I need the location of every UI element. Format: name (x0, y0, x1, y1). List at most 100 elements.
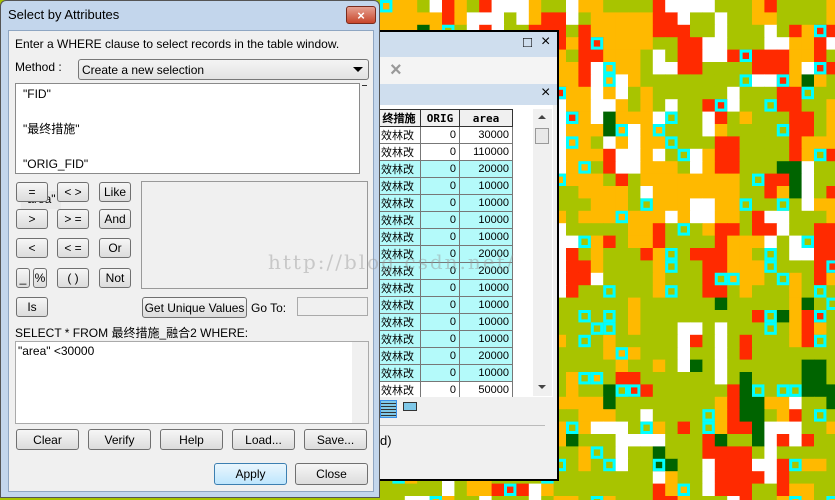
table-row[interactable]: 效林改 0 20000 (380, 262, 513, 280)
expression-text: "area" <30000 (18, 344, 95, 358)
less-than-button[interactable]: < (16, 238, 48, 258)
not-equal-button[interactable]: < > (57, 182, 89, 202)
and-button[interactable]: And (99, 209, 131, 229)
map-cell (801, 496, 815, 500)
map-cell (789, 148, 803, 162)
table-row[interactable]: 效林改 0 10000 (380, 228, 513, 246)
column-header[interactable]: 终措施 (380, 109, 421, 127)
scroll-thumb[interactable] (535, 128, 549, 144)
map-cell (739, 161, 753, 175)
field-item[interactable]: "FID" (23, 86, 88, 104)
apply-button[interactable]: Apply (214, 463, 287, 485)
greater-than-button[interactable]: > (16, 209, 48, 229)
close-button[interactable]: Close (295, 463, 368, 485)
like-button[interactable]: Like (99, 182, 131, 202)
equals-button[interactable]: = (16, 182, 48, 202)
table-view-icon[interactable] (380, 400, 397, 418)
map-cell (826, 86, 835, 100)
map-cell (690, 99, 703, 113)
map-cell (677, 322, 691, 336)
map-cell (789, 210, 803, 224)
help-button[interactable]: Help (160, 429, 223, 450)
map-cell (640, 272, 654, 286)
inner-close-icon[interactable]: × (541, 84, 550, 102)
table-row[interactable]: 效林改 0 110000 (380, 143, 513, 161)
map-cell (665, 148, 679, 162)
goto-input[interactable] (297, 297, 368, 316)
expression-scrollbar[interactable] (352, 342, 368, 423)
less-equal-button[interactable]: < = (57, 238, 89, 258)
clear-button[interactable]: Clear (16, 429, 79, 450)
percent-button[interactable]: % (33, 268, 47, 288)
greater-equal-button[interactable]: > = (57, 209, 89, 229)
table-row[interactable]: 效林改 0 50000 (380, 381, 513, 397)
map-cell (801, 99, 815, 113)
map-cell (578, 446, 592, 460)
map-cell (628, 0, 641, 13)
table-view-alt-icon[interactable] (403, 402, 417, 411)
unique-values-list[interactable] (141, 181, 368, 289)
table-row[interactable]: 效林改 0 10000 (380, 211, 513, 229)
field-list-scroll-icon[interactable] (362, 85, 367, 89)
map-cell (603, 483, 617, 497)
tab-close-icon[interactable]: × (390, 59, 402, 82)
map-cell (776, 173, 790, 187)
map-cell (714, 62, 728, 75)
vertical-scrollbar[interactable] (533, 109, 552, 396)
table-row[interactable]: 效林改 0 10000 (380, 364, 513, 382)
method-select[interactable]: Create a new selection (78, 59, 369, 80)
map-cell (603, 334, 617, 348)
column-header[interactable]: area (459, 109, 513, 127)
map-cell (789, 285, 803, 299)
underscore-button[interactable]: _ (16, 268, 30, 288)
close-icon[interactable]: × (541, 33, 550, 51)
maximize-icon[interactable]: □ (523, 34, 532, 51)
table-cell: 20000 (459, 160, 513, 178)
table-row[interactable]: 效林改 0 20000 (380, 160, 513, 178)
is-button[interactable]: Is (16, 297, 48, 317)
verify-button[interactable]: Verify (88, 429, 151, 450)
table-row[interactable]: 效林改 0 10000 (380, 177, 513, 195)
close-icon[interactable]: × (346, 6, 376, 24)
parentheses-button[interactable]: ( ) (57, 268, 89, 288)
get-unique-values-button[interactable]: Get Unique Values (142, 297, 247, 318)
map-cell (578, 124, 592, 137)
table-row[interactable]: 效林改 0 10000 (380, 296, 513, 314)
map-cell (690, 396, 703, 410)
table-row[interactable]: 效林改 0 30000 (380, 126, 513, 144)
field-list[interactable]: "FID""最终措施""ORIG_FID""area" (15, 83, 360, 209)
map-cell (776, 396, 790, 410)
table-row[interactable]: 效林改 0 10000 (380, 194, 513, 212)
column-header[interactable]: ORIG (420, 109, 460, 127)
map-cell (442, 12, 455, 26)
map-cell (603, 496, 617, 500)
not-button[interactable]: Not (99, 268, 131, 288)
map-cell (739, 248, 753, 261)
field-item[interactable]: "最终措施" (23, 121, 88, 139)
map-cell (739, 260, 753, 274)
map-cell (603, 12, 617, 26)
or-button[interactable]: Or (99, 238, 131, 258)
save-button[interactable]: Save... (304, 429, 367, 450)
load-button[interactable]: Load... (232, 429, 295, 450)
field-item[interactable]: "ORIG_FID" (23, 156, 88, 174)
table-row[interactable]: 效林改 0 20000 (380, 347, 513, 365)
table-row[interactable]: 效林改 0 10000 (380, 279, 513, 297)
expression-textarea[interactable]: "area" <30000 (15, 341, 369, 424)
scroll-down-icon[interactable] (538, 385, 546, 389)
map-cell (776, 471, 790, 485)
map-cell (752, 99, 765, 113)
scroll-up-icon[interactable] (538, 115, 546, 119)
table-row[interactable]: 效林改 0 10000 (380, 330, 513, 348)
map-cell (764, 111, 778, 125)
table-row[interactable]: 效林改 0 20000 (380, 245, 513, 263)
map-cell (541, 483, 555, 497)
map-cell (801, 161, 815, 175)
map-cell (528, 496, 542, 500)
map-cell (776, 223, 790, 237)
map-cell (590, 260, 604, 274)
map-cell (789, 111, 803, 125)
map-cell (665, 198, 679, 212)
map-cell (727, 186, 741, 199)
table-row[interactable]: 效林改 0 10000 (380, 313, 513, 331)
